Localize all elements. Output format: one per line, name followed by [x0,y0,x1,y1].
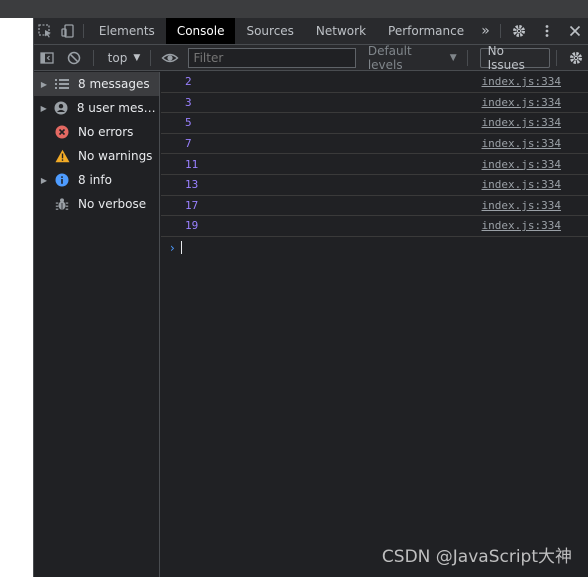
log-levels-dropdown[interactable]: Default levels ▼ [364,44,461,72]
console-toolbar: top ▼ Default levels ▼ No Issues [34,44,588,72]
console-message: 7 index.js:334 [161,134,588,155]
message-value: 2 [185,75,192,89]
message-value: 7 [185,137,192,151]
browser-top-bar [0,0,588,18]
message-value: 17 [185,198,199,212]
console-output: 2 index.js:334 3 index.js:334 5 index.js… [161,72,588,577]
source-link[interactable]: index.js:334 [482,75,588,88]
toolbar-divider [150,49,152,66]
sidebar-item-verbose[interactable]: No verbose [34,192,159,216]
inspect-element-icon[interactable] [34,18,57,44]
source-link[interactable]: index.js:334 [482,178,588,191]
log-levels-label: Default levels [367,43,412,72]
sidebar-item-user-messages[interactable]: ▶ 8 user mess… [34,96,159,120]
tabbar-divider [83,24,84,38]
sidebar-item-label: No errors [78,125,134,139]
console-sidebar: ▶ 8 messages ▶ 8 user mess… No errors No… [34,72,160,577]
user-icon [51,101,70,115]
source-link[interactable]: index.js:334 [482,199,588,212]
source-link[interactable]: index.js:334 [482,219,588,232]
expand-arrow-icon[interactable]: ▶ [36,176,52,185]
live-expression-eye-icon[interactable] [157,50,183,66]
tab-network[interactable]: Network [305,18,377,44]
console-message: 13 index.js:334 [161,175,588,196]
context-label: top [107,50,128,65]
console-prompt[interactable]: › [161,237,588,259]
console-message: 17 index.js:334 [161,196,588,217]
devtools-tabbar: Elements Console Sources Network Perform… [34,18,588,45]
console-message: 3 index.js:334 [161,93,588,114]
console-message: 11 index.js:334 [161,154,588,175]
error-icon [52,125,72,139]
page-viewport [0,18,33,577]
prompt-chevron-icon: › [170,240,175,255]
message-value: 13 [185,178,199,192]
kebab-menu-icon[interactable] [533,18,561,44]
watermark: CSDN @JavaScript大神 [381,547,572,567]
sidebar-item-label: No verbose [78,197,147,211]
tab-sources[interactable]: Sources [235,18,304,44]
info-icon [52,173,72,187]
filter-input[interactable] [187,47,356,68]
tabbar-divider [500,24,501,38]
toolbar-divider [466,49,468,66]
message-value: 19 [185,219,199,233]
sidebar-item-info[interactable]: ▶ 8 info [34,168,159,192]
source-link[interactable]: index.js:334 [482,116,588,129]
issues-button[interactable]: No Issues [479,44,550,72]
tab-elements[interactable]: Elements [88,18,166,44]
sidebar-item-errors[interactable]: No errors [34,120,159,144]
sidebar-item-label: 8 info [78,173,112,187]
console-message: 5 index.js:334 [161,113,588,134]
tab-performance[interactable]: Performance [377,18,475,44]
expand-arrow-icon[interactable]: ▶ [36,80,52,89]
settings-gear-icon[interactable] [505,18,533,44]
message-value: 11 [185,157,199,171]
warning-icon [52,149,72,163]
sidebar-item-messages[interactable]: ▶ 8 messages [34,72,159,96]
source-link[interactable]: index.js:334 [482,96,588,109]
sidebar-item-label: 8 user mess… [76,101,159,115]
toolbar-divider [92,49,94,66]
source-link[interactable]: index.js:334 [482,137,588,150]
chevron-down-icon: ▼ [449,52,457,63]
close-icon[interactable] [561,18,588,44]
toolbar-divider [555,49,557,66]
console-message: 2 index.js:334 [161,72,588,93]
sidebar-toggle-icon[interactable] [34,50,60,66]
more-tabs-button[interactable]: » [475,18,496,44]
list-icon [52,78,72,90]
console-settings-gear-icon[interactable] [563,50,588,66]
message-value: 5 [185,116,192,130]
text-cursor [180,241,182,255]
source-link[interactable]: index.js:334 [482,158,588,171]
devtools-panel: Elements Console Sources Network Perform… [33,18,588,577]
sidebar-item-warnings[interactable]: No warnings [34,144,159,168]
expand-arrow-icon[interactable]: ▶ [36,104,51,113]
bug-icon [52,197,72,211]
context-selector[interactable]: top ▼ [100,51,145,65]
clear-console-icon[interactable] [60,50,86,66]
message-value: 3 [185,95,192,109]
tab-console[interactable]: Console [165,18,236,44]
device-toolbar-icon[interactable] [57,18,80,44]
console-message: 19 index.js:334 [161,216,588,237]
chevron-down-icon: ▼ [133,52,141,63]
sidebar-item-label: No warnings [78,149,153,163]
sidebar-item-label: 8 messages [78,77,150,91]
